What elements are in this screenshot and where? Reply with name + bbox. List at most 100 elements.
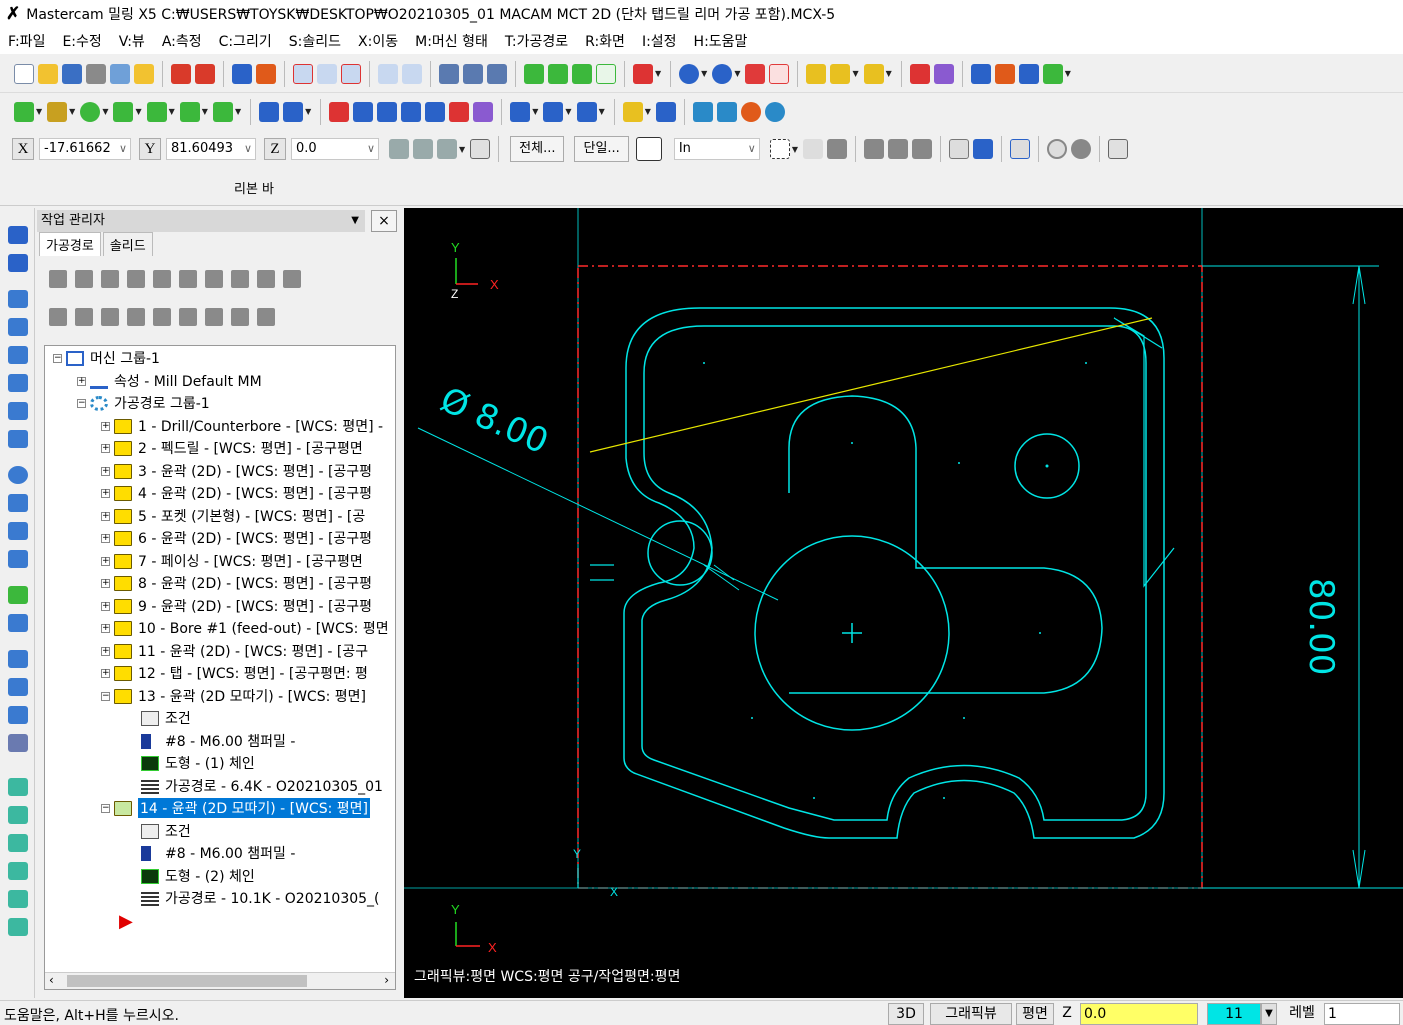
sphere-icon[interactable] — [712, 63, 733, 84]
menu-solids[interactable]: S:솔리드 — [289, 31, 341, 51]
translate-icon[interactable] — [329, 101, 350, 122]
fit-icon[interactable] — [293, 63, 313, 84]
verify-select-icon[interactable] — [1009, 139, 1030, 159]
tree-op-8[interactable]: +8 - 윤곽 (2D) - [WCS: 평면] - [공구평 — [101, 572, 372, 594]
pencil-icon[interactable] — [806, 63, 827, 84]
select-single-button[interactable]: 단일... — [574, 136, 629, 162]
cube-top-icon[interactable] — [548, 63, 568, 84]
trim-icon[interactable] — [259, 101, 280, 122]
lock-icon[interactable] — [49, 308, 67, 326]
chevron-down-icon[interactable]: ▼ — [36, 107, 42, 116]
line-icon[interactable] — [47, 101, 68, 122]
tree-op14-geometry[interactable]: 도형 - (2) 체인 — [141, 865, 255, 887]
tree-op-3[interactable]: +3 - 윤곽 (2D) - [WCS: 평면] - [공구평 — [101, 460, 372, 482]
chevron-down-icon[interactable]: ▼ — [792, 145, 798, 154]
chevron-down-icon[interactable]: ▼ — [886, 69, 892, 78]
question-icon[interactable] — [470, 139, 491, 159]
window-select-icon[interactable] — [769, 139, 790, 159]
color-select[interactable]: 11 — [1207, 1003, 1261, 1025]
selection-cursor-icon[interactable] — [635, 137, 662, 161]
tree-op-7[interactable]: +7 - 페이싱 - [WCS: 평면] - [공구평면 — [101, 550, 363, 572]
menu-edit[interactable]: E:수정 — [62, 31, 101, 51]
chevron-down-icon[interactable]: ▼ — [852, 69, 858, 78]
layer-icon[interactable] — [1042, 63, 1063, 84]
3d-button[interactable]: 3D — [888, 1003, 924, 1025]
graphics-view-button[interactable]: 그래픽뷰 — [930, 1003, 1012, 1025]
scroll-right-icon[interactable]: › — [384, 973, 389, 987]
cylinder-icon[interactable] — [212, 101, 233, 122]
transform-icon[interactable] — [8, 650, 28, 668]
circle-icon[interactable] — [80, 101, 101, 122]
attributes-icon[interactable] — [830, 63, 851, 84]
rough-icon[interactable] — [8, 834, 28, 852]
select-edge-icon[interactable] — [911, 139, 932, 159]
menu-xform[interactable]: X:이동 — [358, 31, 398, 51]
regenerate-dirty-icon[interactable] — [127, 270, 145, 288]
menu-analyze[interactable]: A:측정 — [162, 31, 202, 51]
chevron-down-icon[interactable]: ▼ — [351, 210, 359, 232]
view-top-icon[interactable] — [439, 63, 459, 84]
light-icon[interactable] — [622, 101, 643, 122]
end-select-icon[interactable] — [1070, 139, 1091, 159]
z-depth-input[interactable]: 0.0 — [1080, 1003, 1198, 1025]
point-icon[interactable] — [14, 101, 34, 122]
high-feed-icon[interactable] — [231, 270, 249, 288]
graphics-window[interactable]: Y X Z Y X Y X Ø 8.00 80.00 그래픽뷰:평면 WCS:평… — [404, 208, 1403, 998]
solid-shade-icon[interactable] — [745, 63, 766, 84]
question-icon[interactable] — [1107, 139, 1128, 159]
mask-icon[interactable] — [437, 139, 457, 159]
plane-icon[interactable] — [8, 290, 28, 308]
ruler-icon[interactable] — [970, 63, 991, 84]
fillet-icon[interactable] — [113, 101, 134, 122]
view-side-icon[interactable] — [487, 63, 507, 84]
zoom-target-icon[interactable] — [341, 63, 361, 84]
chevron-down-icon[interactable]: ▼ — [305, 107, 311, 116]
blank-icon[interactable] — [8, 374, 28, 392]
simulate-icon[interactable] — [764, 101, 785, 122]
tree-op-9[interactable]: +9 - 윤곽 (2D) - [WCS: 평면] - [공구평 — [101, 595, 372, 617]
tree-op13-tool[interactable]: #8 - M6.00 챔퍼밀 - — [141, 730, 295, 752]
menu-help[interactable]: H:도움말 — [694, 31, 748, 51]
tree-op-1[interactable]: +1 - Drill/Counterbore - [WCS: 평면] - — [101, 415, 383, 437]
measure-icon[interactable] — [994, 63, 1015, 84]
menu-view[interactable]: V:뷰 — [119, 31, 145, 51]
tree-op-12[interactable]: +12 - 탭 - [WCS: 평면] - [공구평면: 평 — [101, 662, 368, 684]
chevron-down-icon[interactable]: ▼ — [69, 107, 75, 116]
level-icon[interactable] — [8, 318, 28, 336]
nest-icon[interactable] — [8, 678, 28, 696]
menu-create[interactable]: C:그리기 — [219, 31, 272, 51]
globe-icon[interactable] — [679, 63, 700, 84]
chevron-down-icon[interactable]: ▼ — [202, 107, 208, 116]
post-icon[interactable] — [740, 101, 761, 122]
mesh-icon[interactable] — [933, 63, 954, 84]
mirror-icon[interactable] — [377, 101, 398, 122]
new-file-icon[interactable] — [14, 63, 34, 84]
tree-op14-toolpath[interactable]: 가공경로 - 10.1K - O20210305_( — [141, 887, 380, 909]
project-icon[interactable] — [473, 101, 494, 122]
stock-icon[interactable] — [8, 734, 28, 752]
pocket-icon[interactable] — [8, 550, 28, 568]
shading-icon[interactable] — [633, 63, 653, 84]
level-input[interactable]: 1 — [1324, 1003, 1400, 1025]
z-coord-input[interactable]: 0.0 — [291, 138, 379, 160]
scrollbar-thumb[interactable] — [67, 975, 307, 987]
rotate-icon[interactable] — [353, 101, 374, 122]
backplot-icon[interactable] — [692, 101, 713, 122]
verify-icon[interactable] — [716, 101, 737, 122]
print-icon[interactable] — [86, 63, 106, 84]
scale-icon[interactable] — [425, 101, 446, 122]
hide-icon[interactable] — [8, 402, 28, 420]
post-ops-icon[interactable] — [205, 270, 223, 288]
select-dirty-icon[interactable] — [75, 270, 93, 288]
help-hint-icon[interactable] — [134, 63, 154, 84]
chevron-down-icon[interactable]: ▼ — [565, 107, 571, 116]
break-icon[interactable] — [283, 101, 304, 122]
chevron-down-icon[interactable]: ▼ — [599, 107, 605, 116]
fast-point-icon[interactable] — [389, 139, 409, 159]
zoom-half-icon[interactable] — [402, 63, 422, 84]
dimension-icon[interactable] — [510, 101, 531, 122]
spline-icon[interactable] — [179, 101, 200, 122]
no-entry-icon[interactable] — [1046, 139, 1067, 159]
array-icon[interactable] — [449, 101, 470, 122]
tree-op-6[interactable]: +6 - 윤곽 (2D) - [WCS: 평면] - [공구평 — [101, 527, 372, 549]
